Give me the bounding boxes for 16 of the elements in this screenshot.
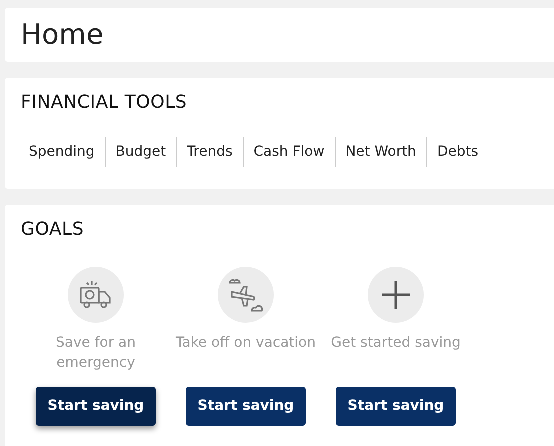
start-saving-button[interactable]: Start saving [186, 386, 306, 426]
goal-label: Take off on vacation [176, 334, 316, 353]
goal-label: Get started saving [330, 334, 462, 353]
page-title: Home [20, 17, 105, 53]
tool-link[interactable]: Cash Flow [242, 137, 335, 168]
plus-icon [380, 278, 412, 311]
start-saving-button[interactable]: Start saving [36, 386, 156, 426]
tool-link[interactable]: Spending [19, 137, 105, 168]
tool-link[interactable]: Debts [426, 137, 489, 168]
tool-link[interactable]: Trends [176, 137, 243, 168]
section-title: GOALS [21, 219, 86, 241]
section-title: FINANCIAL TOOLS [21, 92, 188, 114]
tool-link[interactable]: Net Worth [334, 137, 426, 168]
goal-label: Save for an emergency [55, 334, 137, 373]
start-saving-button[interactable]: Start saving [336, 386, 456, 426]
tool-link[interactable]: Budget [104, 137, 176, 168]
